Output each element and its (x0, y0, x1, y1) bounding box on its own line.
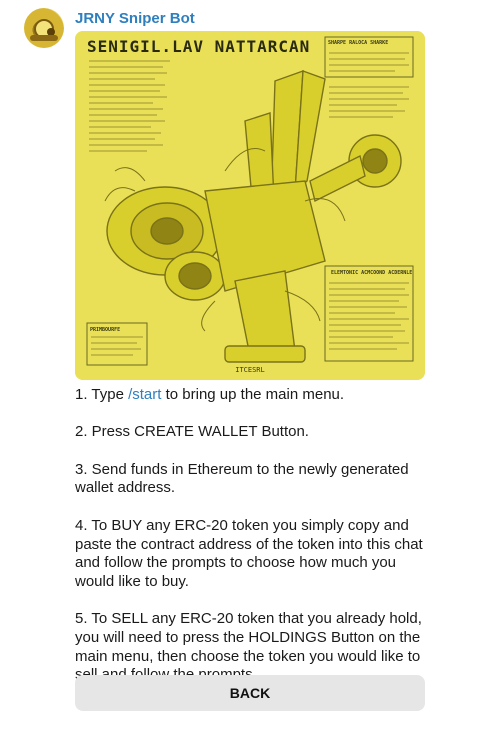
step-1-text-before: 1. Type (75, 386, 129, 403)
step-1-text-after: to bring up the main menu. (161, 386, 345, 403)
spaceship-illustration (75, 31, 425, 380)
start-command-link[interactable]: /start (128, 386, 161, 403)
image-right-label: ELEMTONIC ACMCOOND ACDERNLE (331, 270, 413, 276)
image-caption: ITCESRL (235, 366, 265, 374)
instruction-step-3: 3. Send funds in Ethereum to the newly g… (75, 460, 409, 497)
instruction-step-4: 4. To BUY any ERC-20 token you simply co… (75, 516, 423, 590)
image-left-label: PRIMBOURFE (90, 327, 121, 333)
bot-avatar-icon[interactable] (24, 8, 64, 48)
message-text: 1. Type /start to bring up the main menu… (75, 386, 435, 704)
message-image[interactable]: SENIGIL.LAV NATTARCAN SHARPE RALOCA SHAR… (75, 31, 425, 380)
instruction-step-2: 2. Press CREATE WALLET Button. (75, 423, 309, 441)
image-header-text: SHARPE RALOCA SHARKE (328, 40, 389, 46)
image-title-text: SENIGIL.LAV NATTARCAN (87, 37, 311, 56)
back-button[interactable]: BACK (75, 675, 425, 711)
sender-name[interactable]: JRNY Sniper Bot (75, 10, 195, 27)
instruction-step-5: 5. To SELL any ERC-20 token that you alr… (75, 610, 422, 683)
instruction-step-1: 1. Type /start to bring up the main menu… (75, 386, 435, 405)
